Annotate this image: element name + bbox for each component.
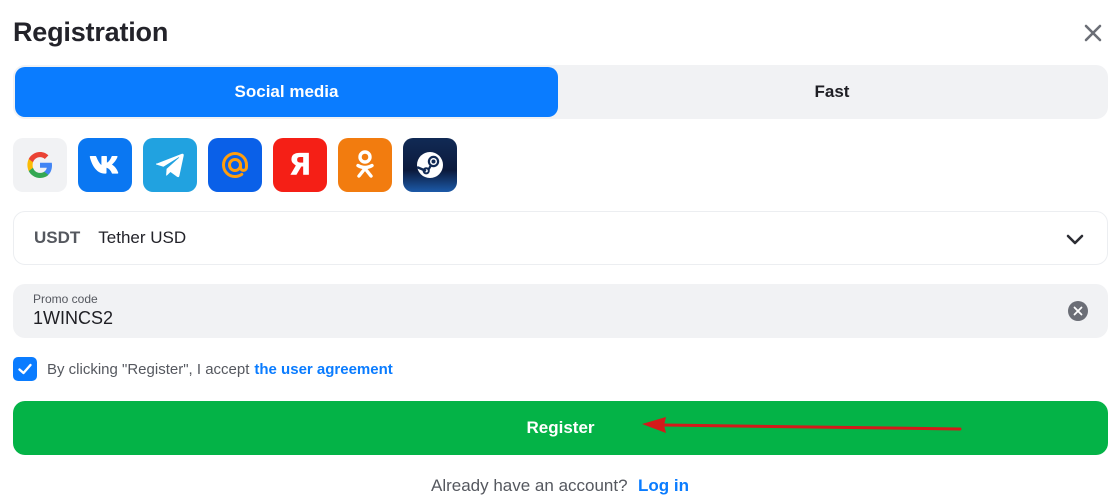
currency-name: Tether USD: [98, 228, 187, 247]
checkmark-icon: [18, 363, 32, 375]
login-prompt: Already have an account?: [430, 476, 628, 495]
login-link[interactable]: Log in: [638, 476, 689, 495]
vk-icon: [89, 156, 119, 174]
tab-fast[interactable]: Fast: [558, 67, 1106, 117]
promo-code-input[interactable]: [33, 308, 1033, 329]
yandex-login-button[interactable]: Я: [273, 138, 327, 192]
tab-fast-label: Fast: [814, 82, 850, 101]
chevron-down-icon: [1066, 234, 1084, 245]
agreement-text: By clicking "Register", I accept: [47, 360, 250, 378]
agreement-checkbox[interactable]: [13, 357, 37, 381]
promo-code-field: Promo code: [13, 284, 1108, 338]
clear-icon: [1073, 306, 1083, 316]
steam-icon: [416, 152, 443, 178]
registration-tabs: Social media Fast: [13, 65, 1108, 119]
social-login-row: Я: [13, 138, 457, 192]
odnoklassniki-login-button[interactable]: [338, 138, 392, 192]
currency-select[interactable]: USDT Tether USD: [13, 211, 1108, 265]
user-agreement-link[interactable]: the user agreement: [254, 361, 392, 378]
telegram-login-button[interactable]: [143, 138, 197, 192]
odnoklassniki-icon: [356, 150, 374, 178]
close-icon: [1084, 24, 1102, 42]
telegram-icon: [155, 153, 184, 178]
google-login-button[interactable]: [13, 138, 67, 192]
tab-social-media[interactable]: Social media: [15, 67, 558, 117]
yandex-icon: Я: [288, 147, 312, 183]
login-row: Already have an account? Log in: [0, 476, 1120, 496]
annotation-arrow-icon: [642, 417, 962, 433]
agreement-row: By clicking "Register", I accept the use…: [13, 357, 393, 381]
google-icon: [27, 152, 52, 178]
mail-at-icon: [221, 151, 248, 179]
close-button[interactable]: [1080, 20, 1106, 46]
mail-login-button[interactable]: [208, 138, 262, 192]
dialog-title: Registration: [13, 17, 169, 47]
registration-dialog: Registration Social media Fast Я USDT Te…: [0, 0, 1120, 498]
promo-code-label: Promo code: [33, 292, 98, 306]
vk-login-button[interactable]: [78, 138, 132, 192]
steam-login-button[interactable]: [403, 138, 457, 192]
currency-code: USDT: [34, 228, 81, 247]
clear-promo-button[interactable]: [1068, 301, 1088, 321]
tab-social-media-label: Social media: [234, 82, 339, 101]
register-button-label: Register: [526, 418, 595, 437]
